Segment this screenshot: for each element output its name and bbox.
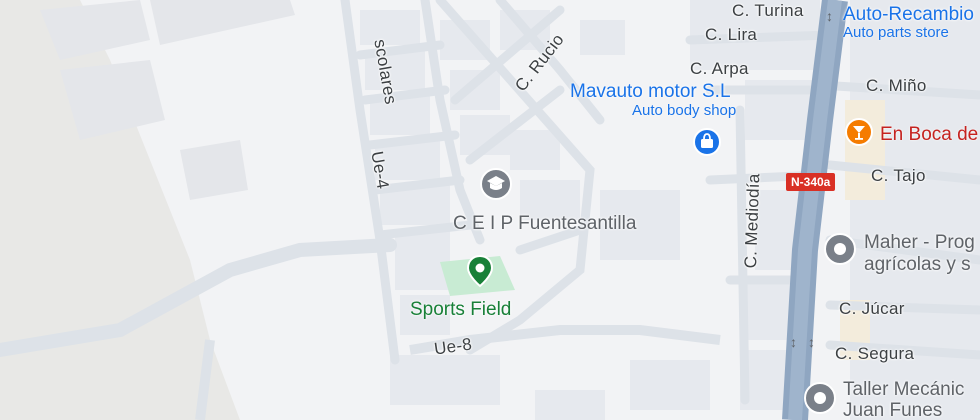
street-label-segura: C. Segura [835,344,915,363]
poi-ceip-name[interactable]: C E I P Fuentesantilla [453,214,636,233]
street-label-tajo: C. Tajo [871,166,926,185]
oneway-arrow-icon: ↕ [826,8,833,24]
street-label-turina: C. Turina [732,1,804,20]
street-label-arpa: C. Arpa [690,59,749,78]
oneway-arrow-icon: ↕ [790,334,797,350]
poi-enboca-name[interactable]: En Boca de [880,125,978,144]
building-block [180,140,248,200]
poi-autorecambio-type: Auto parts store [843,24,949,41]
place-marker-icon[interactable] [823,232,857,266]
poi-taller-line2: Juan Funes [843,400,943,420]
poi-maher-line2: agrícolas y s [864,254,971,275]
map-pin-icon[interactable] [464,254,496,288]
map-canvas[interactable]: scolares C. Rucio Ue-4 Ue-8 C. Turina C.… [0,0,980,420]
place-marker-icon[interactable] [803,381,837,415]
building-block [150,0,295,45]
building-block [40,0,150,60]
cocktail-icon[interactable] [845,118,873,146]
street-label-mino: C. Miño [866,76,927,95]
poi-autorecambio-name[interactable]: Auto-Recambio [843,5,974,24]
school-icon[interactable] [479,167,513,201]
road-shield-n340a[interactable]: N-340a [786,173,836,191]
poi-mavauto-type: Auto body shop [632,102,737,119]
street-label-lira: C. Lira [705,25,758,44]
map-base-layer [0,0,980,420]
poi-sportsfield-name[interactable]: Sports Field [410,300,511,319]
street-label-jucar: C. Júcar [839,299,905,318]
shopping-bag-icon[interactable] [693,128,721,160]
street-label-mediodia: C. Mediodía [741,173,764,269]
poi-maher-line1[interactable]: Maher - Prog [864,233,975,252]
poi-mavauto-name[interactable]: Mavauto motor S.L [570,82,731,101]
oneway-arrow-icon: ↕ [808,334,815,350]
poi-taller-line1[interactable]: Taller Mecánic [843,380,964,399]
